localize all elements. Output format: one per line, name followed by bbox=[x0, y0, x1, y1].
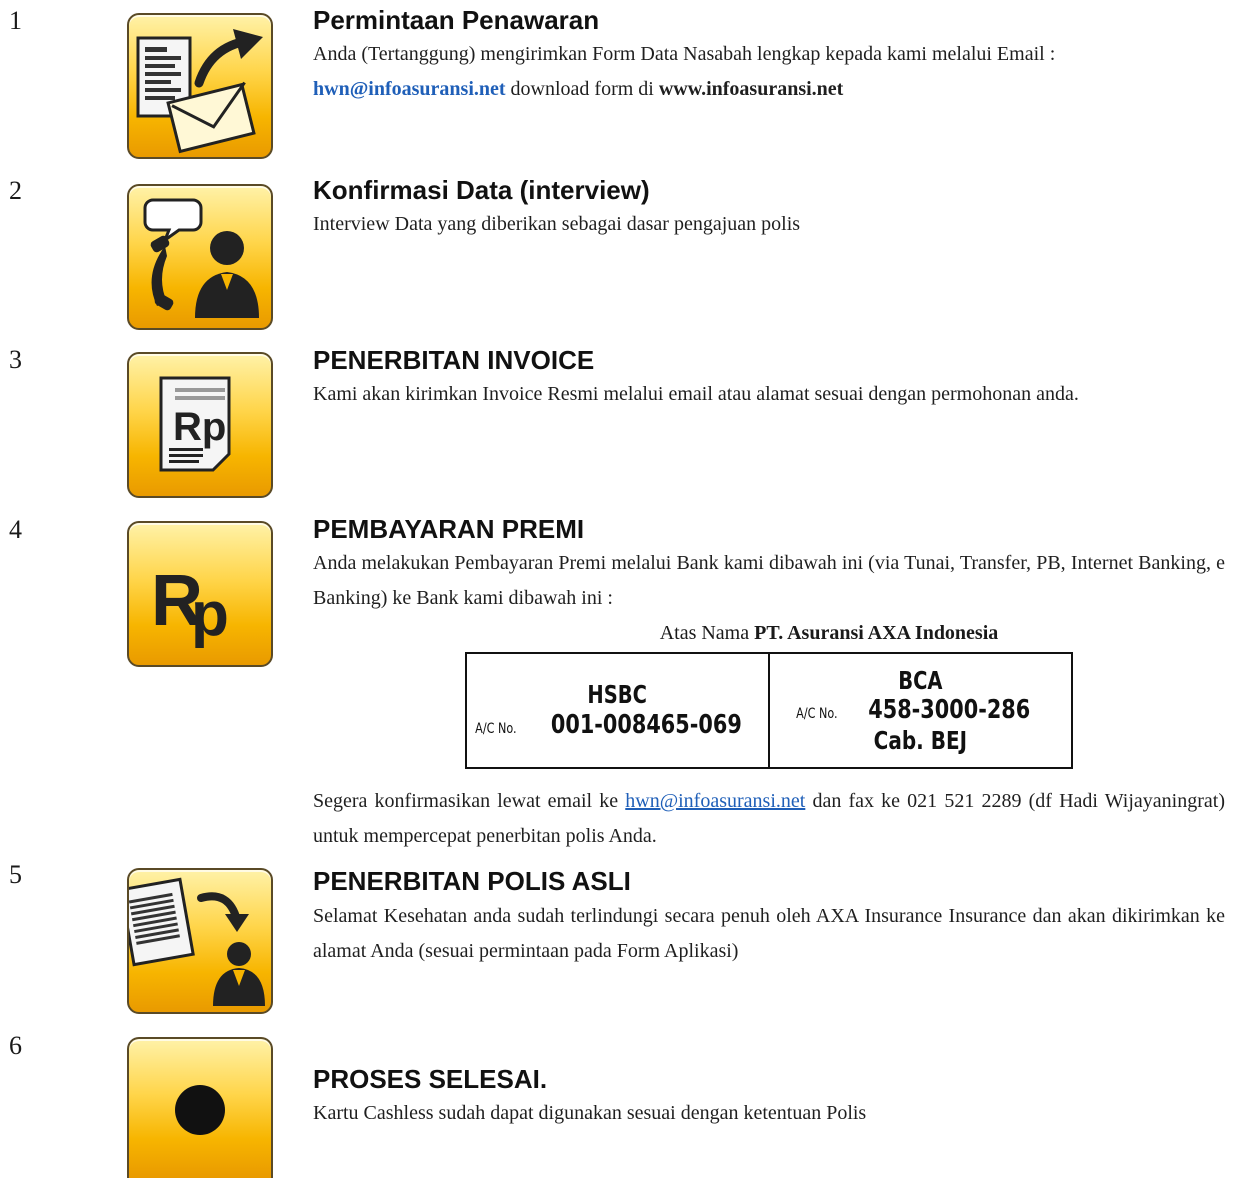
confirm-text-before: Segera konfirmasikan lewat email ke bbox=[313, 790, 626, 812]
account-holder-name: PT. Asuransi AXA Indonesia bbox=[754, 622, 999, 644]
step-3-title: PENERBITAN INVOICE bbox=[313, 345, 595, 375]
step-5-description: Selamat Kesehatan anda sudah terlindungi… bbox=[313, 905, 1225, 962]
step-1-title: Permintaan Penawaran bbox=[313, 5, 600, 35]
account-number: 001-008465-069 bbox=[550, 709, 742, 740]
bank-cell-hsbc: HSBC A/C No. 001-008465-069 bbox=[465, 652, 770, 769]
step-5-title: PENERBITAN POLIS ASLI bbox=[313, 866, 631, 896]
step-5-number: 5 bbox=[9, 860, 22, 889]
step-1-text: Anda (Tertanggung) mengirimkan Form Data… bbox=[313, 43, 1056, 65]
step-3-number: 3 bbox=[9, 345, 22, 374]
step-2-description: Interview Data yang diberikan sebagai da… bbox=[313, 213, 801, 235]
step-2-title: Konfirmasi Data (interview) bbox=[313, 175, 650, 205]
step-4-number: 4 bbox=[9, 515, 22, 544]
stop-dot-icon bbox=[127, 1037, 273, 1178]
step-1-email[interactable]: hwn@infoasuransi.net bbox=[313, 78, 506, 100]
step-2-number: 2 bbox=[9, 176, 22, 205]
bank-branch: Cab. BEJ bbox=[873, 725, 968, 755]
account-holder: Atas Nama PT. Asuransi AXA Indonesia bbox=[313, 620, 1236, 646]
svg-text:Rp: Rp bbox=[173, 405, 226, 449]
step-4-confirmation: Segera konfirmasikan lewat email ke hwn@… bbox=[313, 784, 1225, 854]
svg-text:p: p bbox=[191, 580, 229, 649]
bank-cell-bca: BCA A/C No. 458-3000-286 Cab. BEJ bbox=[768, 652, 1073, 769]
step-1-text-middle: download form di bbox=[505, 78, 659, 100]
step-1-number: 1 bbox=[9, 6, 22, 35]
bank-name: BCA bbox=[898, 665, 943, 695]
confirm-email-link[interactable]: hwn@infoasuransi.net bbox=[625, 790, 805, 812]
step-1-website[interactable]: www.infoasuransi.net bbox=[659, 78, 843, 100]
phone-person-chat-icon bbox=[127, 184, 273, 330]
bank-accounts-table: HSBC A/C No. 001-008465-069 BCA A/C No. … bbox=[465, 652, 1073, 769]
step-4-description: Anda melakukan Pembayaran Premi melalui … bbox=[313, 552, 1225, 609]
invoice-rupiah-icon: Rp bbox=[127, 352, 273, 498]
step-4-title: PEMBAYARAN PREMI bbox=[313, 514, 585, 544]
account-holder-prefix: Atas Nama bbox=[659, 622, 755, 644]
step-6-description: Kartu Cashless sudah dapat digunakan ses… bbox=[313, 1102, 867, 1124]
step-3-description: Kami akan kirimkan Invoice Resmi melalui… bbox=[313, 383, 1079, 405]
account-number: 458-3000-286 bbox=[867, 695, 1030, 726]
step-6-number: 6 bbox=[9, 1031, 22, 1060]
bank-name: HSBC bbox=[587, 680, 648, 710]
step-1-description: Anda (Tertanggung) mengirimkan Form Data… bbox=[313, 37, 1225, 107]
account-number-prefix: A/C No. bbox=[795, 706, 838, 723]
account-number-prefix: A/C No. bbox=[474, 720, 517, 737]
document-email-arrow-icon bbox=[127, 13, 273, 159]
policy-document-person-icon bbox=[127, 868, 273, 1014]
step-6-title: PROSES SELESAI. bbox=[313, 1064, 548, 1094]
rupiah-icon: R p bbox=[127, 521, 273, 667]
